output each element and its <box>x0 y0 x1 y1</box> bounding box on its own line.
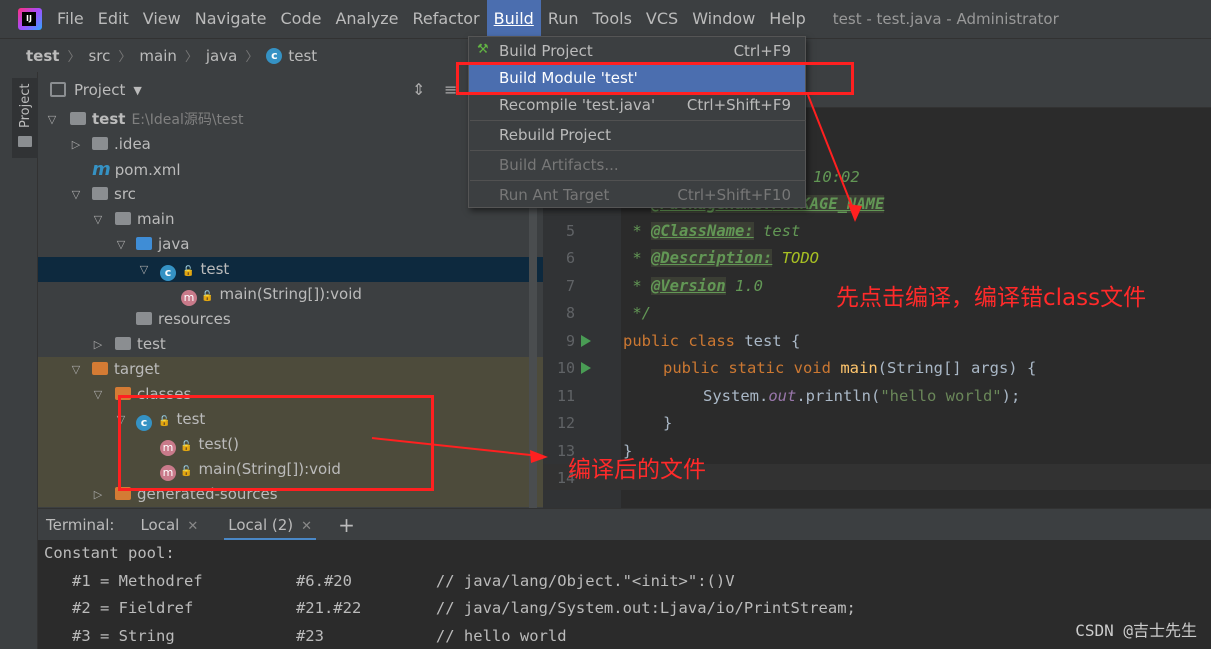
terminal-output[interactable]: Constant pool: #1 = Methodref #6.#20 // … <box>38 540 1211 649</box>
terminal-tab-active[interactable]: Local (2) ✕ <box>224 509 317 541</box>
terminal-line: #2 = Fieldref #21.#22 // java/lang/Syste… <box>44 599 856 617</box>
terminal-line: #1 = Methodref #6.#20 // java/lang/Objec… <box>44 572 735 590</box>
watermark: CSDN @吉士先生 <box>1075 621 1197 640</box>
terminal-label: Terminal: <box>46 515 115 534</box>
terminal-tab[interactable]: Local ✕ <box>136 509 202 541</box>
close-icon[interactable]: ✕ <box>187 519 198 534</box>
close-icon[interactable]: ✕ <box>301 519 312 534</box>
add-terminal-icon[interactable]: + <box>338 513 355 537</box>
terminal-tab-bar: Terminal: Local ✕ Local (2) ✕ + <box>38 508 1211 541</box>
annotation-compile-hint: 先点击编译，编译错class文件 <box>836 285 1147 311</box>
terminal-line: #3 = String #23 // hello world <box>44 627 567 645</box>
terminal-line: Constant pool: <box>44 544 175 562</box>
annotation-compiled-files: 编译后的文件 <box>568 457 706 483</box>
